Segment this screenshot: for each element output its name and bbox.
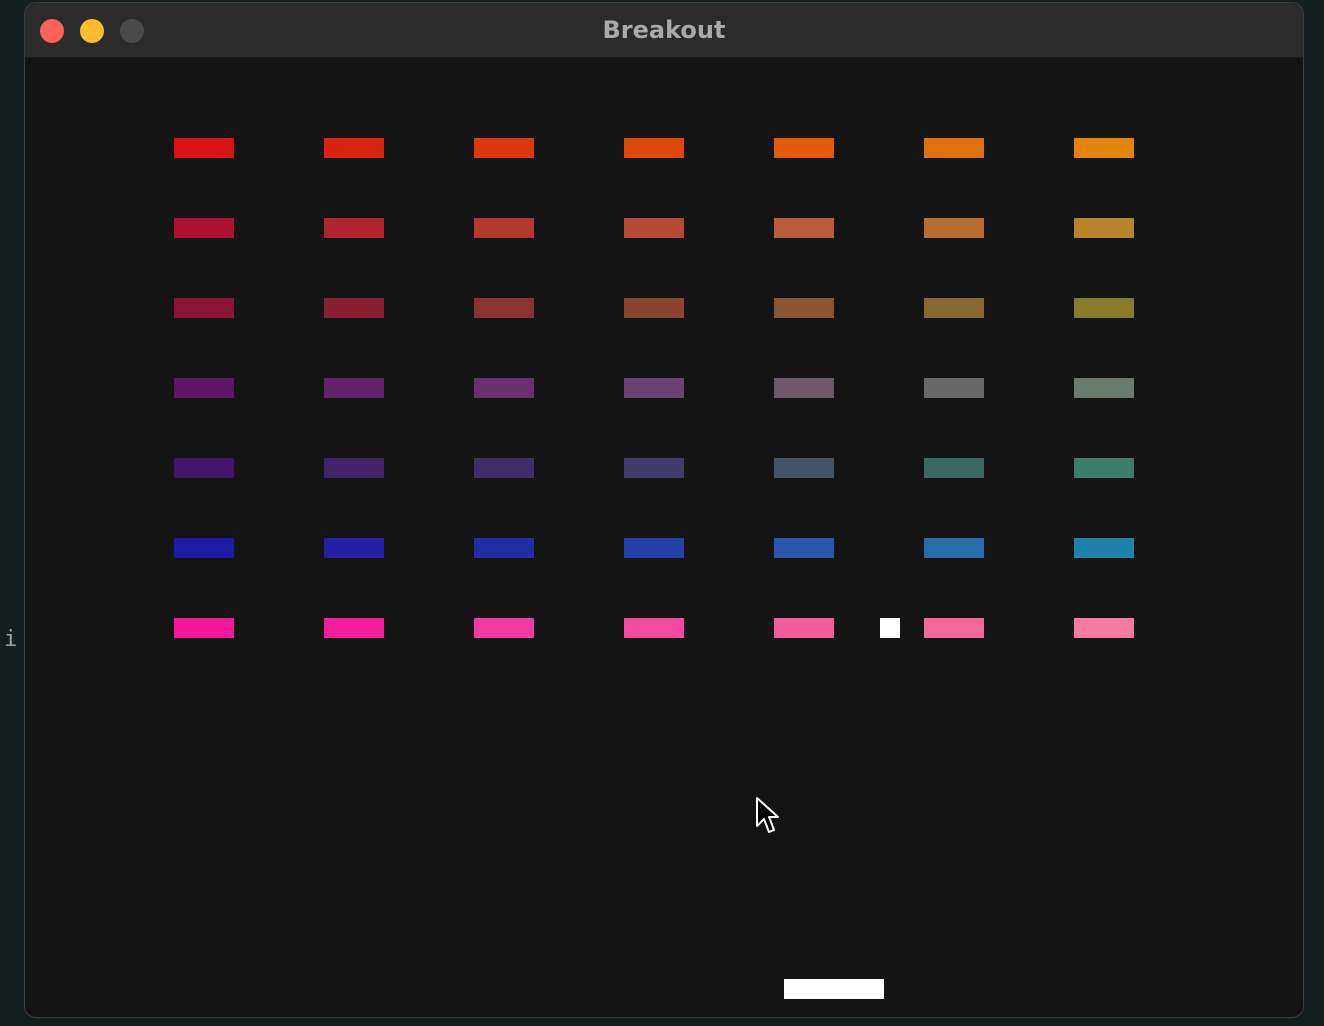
brick bbox=[624, 458, 684, 478]
brick bbox=[174, 378, 234, 398]
brick bbox=[624, 298, 684, 318]
brick bbox=[324, 378, 384, 398]
brick bbox=[1074, 538, 1134, 558]
brick bbox=[174, 538, 234, 558]
brick bbox=[774, 618, 834, 638]
brick bbox=[1074, 298, 1134, 318]
brick bbox=[624, 618, 684, 638]
brick bbox=[924, 298, 984, 318]
brick bbox=[1074, 618, 1134, 638]
brick bbox=[774, 458, 834, 478]
brick bbox=[324, 618, 384, 638]
brick bbox=[474, 218, 534, 238]
brick bbox=[924, 618, 984, 638]
brick bbox=[1074, 218, 1134, 238]
brick bbox=[774, 298, 834, 318]
brick bbox=[1074, 378, 1134, 398]
brick bbox=[474, 378, 534, 398]
brick bbox=[924, 218, 984, 238]
mouse-pointer-icon bbox=[756, 797, 779, 833]
breakout-window: Breakout bbox=[24, 2, 1304, 1018]
brick bbox=[774, 218, 834, 238]
brick bbox=[1074, 458, 1134, 478]
brick bbox=[774, 378, 834, 398]
brick bbox=[624, 538, 684, 558]
brick bbox=[924, 458, 984, 478]
brick bbox=[324, 138, 384, 158]
brick bbox=[624, 138, 684, 158]
brick bbox=[1074, 138, 1134, 158]
brick bbox=[624, 218, 684, 238]
brick bbox=[474, 458, 534, 478]
brick bbox=[474, 138, 534, 158]
ball bbox=[880, 618, 900, 638]
background-terminal-text: i bbox=[4, 627, 18, 652]
title-bar[interactable]: Breakout bbox=[25, 3, 1303, 58]
brick bbox=[474, 618, 534, 638]
brick bbox=[324, 298, 384, 318]
brick bbox=[474, 538, 534, 558]
brick bbox=[474, 298, 534, 318]
brick bbox=[324, 538, 384, 558]
window-title: Breakout bbox=[602, 16, 726, 44]
brick bbox=[924, 138, 984, 158]
brick bbox=[174, 458, 234, 478]
game-playfield[interactable] bbox=[25, 58, 1303, 1017]
brick bbox=[324, 458, 384, 478]
brick bbox=[624, 378, 684, 398]
paddle[interactable] bbox=[784, 979, 884, 999]
brick bbox=[924, 538, 984, 558]
brick bbox=[174, 218, 234, 238]
brick bbox=[774, 138, 834, 158]
brick bbox=[174, 138, 234, 158]
brick bbox=[924, 378, 984, 398]
brick bbox=[324, 218, 384, 238]
brick bbox=[174, 618, 234, 638]
brick bbox=[174, 298, 234, 318]
brick bbox=[774, 538, 834, 558]
